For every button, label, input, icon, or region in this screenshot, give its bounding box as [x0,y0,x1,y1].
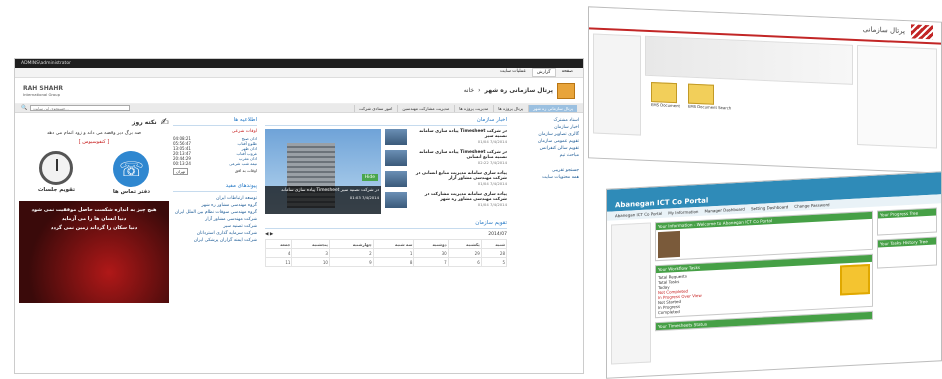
news-item[interactable]: پیاده سازی سامانه Timesheet در شرکت تصنی… [385,150,507,166]
quick-launch-item[interactable]: جستجو تقریبی [511,167,579,174]
current-user[interactable]: ADMINS\administrator [21,61,71,66]
quick-launch: اسناد مشترک اخبار سازمان گالری تصاویر سا… [511,117,579,303]
nav-item-partnership[interactable]: مدیریت مشارکت مهندسین [397,104,453,112]
top-bar: ADMINS\administrator [15,59,583,68]
quote-text: صد برگ دیر وقصه می داند و زود اتمام می د… [46,131,142,136]
news-item[interactable]: پیاده سازی سامانه Timesheet در شرکت تصنی… [385,129,507,145]
news-thumbnail [385,129,407,145]
workflow-panel: Your Workflow Tasks Total Requests Total… [655,253,873,319]
ribbon: عملیات سایت گزارش صفحه [15,68,583,78]
top-right-portal-screenshot: پرتال سازمانی EMS Document EMS Document … [588,6,942,174]
quick-launch-item[interactable]: گالری تصاویر سازمان [511,131,579,138]
hide-button[interactable]: Hide [361,174,378,181]
profile-photo [658,230,680,259]
contacts-app[interactable]: ☏ دفتر تماس ها [113,151,150,195]
br-nav-item[interactable]: Change Password [794,202,829,209]
meetings-app[interactable]: تقویم جلسات [38,151,75,195]
nav-item-home[interactable]: پرتال سازمانی ره شهر [528,104,577,112]
tr-logo-icon [911,24,933,40]
quote-author: [ کنفوسیوس ] [78,139,110,145]
prayer-subtitle: اوقات شرعی [231,129,257,134]
notices-title: اطلاعیه ها [173,117,257,126]
slide-caption: پیاده سازی سامانه Timesheet در شرکت تصنی… [265,186,381,214]
links-list: توسعه ارتباطات ایران گروه مهندسی مشاور ر… [173,195,257,244]
folder-document-search[interactable]: EMS Document Search [687,83,731,111]
tr-title: پرتال سازمانی [862,25,905,36]
city-select[interactable]: تهران [173,168,189,175]
quick-launch-item[interactable]: تقویم سالن کنفرانس [511,145,579,152]
link-item[interactable]: شرکت تصنیه سیر [173,223,257,230]
org-calendar: تقویم سازمان ◀ ▶ 2014/07 جمعه پنجشنبه چهار… [264,220,508,267]
motivation-banner: هیچ چیز به اندازه شکست حاصل موفقیت نمی ش… [19,201,169,303]
quick-launch-item[interactable]: تقویم عمومی سازمان [511,138,579,145]
left-column: نکته روز ✍ صد برگ دیر وقصه می داند و زود… [19,117,169,303]
bottom-right-portal-screenshot: Abanegan ICT Co Portal Abanegan ICT Co P… [606,171,942,379]
header: RAH SHAHR International Group خانه › پرت… [15,78,583,104]
br-nav-item[interactable]: Setting Dashboard [751,204,788,211]
br-nav-item[interactable]: Manager Dashboard [704,207,745,214]
news-thumbnail [385,150,407,166]
links-title: پیوندهای مفید [173,183,257,192]
news-slide[interactable]: Hide پیاده سازی سامانه Timesheet در شرکت… [265,129,381,214]
quick-launch-item[interactable]: اسناد مشترک [511,117,579,124]
news-column: اخبار سازمان Hide پیاده سازی سامانه Time… [261,117,511,303]
news-item[interactable]: پیاده سازی سامانه مدیریت مشارکت در شرکت … [385,192,507,208]
calendar-month: 2014/07 [488,232,507,237]
org-logo: RAH SHAHR International Group [23,84,64,97]
folder-document[interactable]: EMS Document [651,82,680,108]
nav-item-projects-mgmt[interactable]: مدیریت پروژه ها [454,104,492,112]
news-thumbnail [385,171,407,187]
history-panel: Your Tasks History Tree [877,236,937,269]
notices-column: اطلاعیه ها اوقات شرعی 04:08:21 05:56:47 … [173,117,257,244]
search-icon[interactable]: 🔍 [21,105,27,111]
link-item[interactable]: توسعه ارتباطات ایران [173,195,257,202]
search-input[interactable] [30,105,131,111]
main-portal-screenshot: ADMINS\administrator عملیات سایت گزارش ص… [14,58,584,374]
link-item[interactable]: شرکت مهندسی مشاور آزار [173,216,257,223]
breadcrumb[interactable]: خانه [464,87,474,94]
link-item[interactable]: شرکت سرمایه گذاری استرداتان [173,230,257,237]
site-title[interactable]: پرتال سازمانی ره شهر [485,87,553,94]
info-panel: Your Information - Welcome to Abanegan I… [655,210,873,262]
search-area: 🔍 [21,105,131,111]
ribbon-tab-site-actions[interactable]: عملیات سایت [496,68,530,77]
task-badge-icon [840,263,870,296]
calendar-nav-icon[interactable]: ◀ ▶ [265,232,273,237]
clock-icon [39,151,74,185]
quote-title: نکته روز [132,119,157,126]
link-item[interactable]: گروه مهندسی سوقات نظام بین الملل ایران [173,209,257,216]
nav-item-staff[interactable]: امور ستادی شرکت [353,104,396,112]
calendar-title: تقویم سازمان [265,220,507,229]
link-item[interactable]: گروه مهندسی مشاور ره شهر [173,202,257,209]
progress-panel: Your Progress Tree [877,207,937,236]
link-item[interactable]: شرکت ایمنه گزاران پرشکی ایران [173,237,257,244]
ribbon-tab-browse[interactable]: گزارش [532,68,556,77]
ribbon-tab-page[interactable]: صفحه [558,68,577,77]
quick-launch-item[interactable]: اخبار سازمان [511,124,579,131]
top-nav: 🔍 امور ستادی شرکت مدیریت مشارکت مهندسین … [15,104,583,113]
quote-icon: ✍ [160,117,169,128]
calendar-grid: جمعه پنجشنبه چهارشنبه سه شنبه دوشنبه یکشنبه شن… [264,239,508,267]
site-logo-icon [557,82,575,99]
quick-launch-item[interactable]: مباحث تیم [511,152,579,159]
folder-icon [687,83,714,105]
news-item[interactable]: پیاده سازی سامانه مدیریت منابع انسانی در… [385,171,507,187]
phone-icon: ☏ [113,151,150,187]
br-nav-item[interactable]: My Information [668,209,698,216]
nav-item-projects-portal[interactable]: پرتال پروژه ها [493,104,527,112]
quick-launch-item[interactable]: همه محتویات سایت [511,174,579,181]
news-thumbnail [385,192,407,208]
folder-icon [651,82,677,104]
news-title: اخبار سازمان [265,117,507,126]
